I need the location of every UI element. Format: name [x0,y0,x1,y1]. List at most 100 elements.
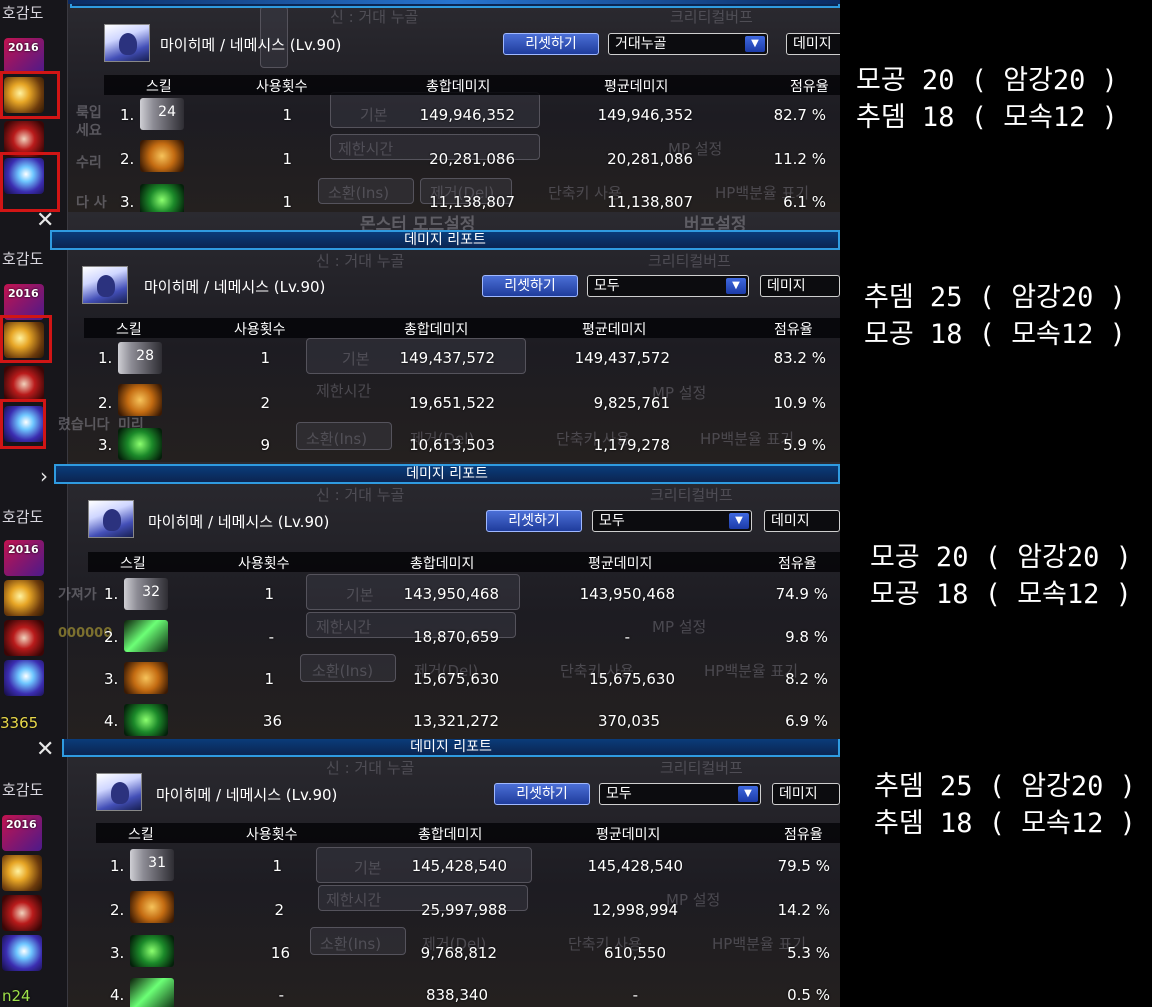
green-skill-icon [130,935,174,967]
damage-button[interactable]: 데미지 [786,33,840,55]
row-count: - [278,986,284,1004]
row-share: 0.5 % [787,986,830,1004]
header-total: 총합데미지 [418,827,483,843]
character-name: 마이히메 / 네메시스 (Lv.90) [148,513,330,531]
row-total: 19,651,522 [409,394,495,412]
highlight-box [0,152,60,212]
header-total: 총합데미지 [426,79,491,95]
header-skill: 스킬 [128,827,154,843]
event-2016-icon[interactable]: 2016 [4,38,44,74]
bg-crit-label: 크리티컬버프 [648,252,731,270]
basic-attack-icon: 24 [140,98,184,130]
highlight-box [0,399,46,449]
report-panel-2: 몬스터 모드설정 버프설정 신 : 거대 누골 크리티컬버프 기본 제한시간 M… [0,212,840,462]
report-title: 데미지 리포트 [410,739,492,755]
monster-filter-select[interactable]: 모두 ▼ [592,510,752,532]
event-2016-icon[interactable]: 2016 [2,815,42,851]
damage-button[interactable]: 데미지 [760,275,840,297]
row-count: 1 [264,670,274,688]
filter-value: 모두 [594,278,620,294]
gold-counter: 3365 [0,714,39,732]
filter-value: 거대누골 [615,36,667,52]
annotation-4: 추뎀 25 ( 암강20 ) 추뎀 18 ( 모속12 ) [874,768,1136,842]
reset-button[interactable]: 리셋하기 [486,510,582,532]
row-avg: - [624,628,630,646]
skill-blue-icon[interactable] [4,660,44,696]
table-header: 스킬 사용횟수 총합데미지 평균데미지 점유율 [104,75,840,95]
row-avg: 370,035 [597,712,660,730]
orange-skill-icon [130,891,174,923]
row-share: 10.9 % [773,394,826,412]
character-avatar [82,266,128,304]
skill-blue-icon[interactable] [2,935,42,971]
header-avg: 평균데미지 [604,79,669,95]
damage-button[interactable]: 데미지 [764,510,840,532]
row-avg: 11,138,807 [607,193,693,211]
lime-skill-icon [130,978,174,1007]
skill-red-icon[interactable] [2,895,42,931]
row-index: 4. [104,712,119,730]
header-share: 점유율 [784,827,823,843]
damage-button[interactable]: 데미지 [772,783,840,805]
row-index: 1. [104,585,119,603]
row-total: 9,768,812 [420,944,497,962]
row-avg: 20,281,086 [607,150,693,168]
row-avg: 610,550 [603,944,666,962]
skill-red-icon[interactable] [4,620,44,656]
skill-sidebar: 호감도 2016 [0,0,68,212]
bg-god-label: 신 : 거대 누골 [316,486,405,504]
green-skill-icon [118,428,162,460]
row-index: 1. [110,857,125,875]
close-icon[interactable]: ✕ [36,739,54,762]
row-total: 838,340 [425,986,488,1004]
row-avg: 12,998,994 [592,901,678,919]
event-2016-label: 2016 [6,818,37,831]
reset-button[interactable]: 리셋하기 [494,783,590,805]
event-2016-icon[interactable]: 2016 [4,540,44,576]
report-title-bar[interactable]: 데미지 리포트 [54,464,840,484]
event-2016-label: 2016 [8,41,39,54]
basic-attack-icon: 28 [118,342,162,374]
filter-value: 모두 [606,786,632,802]
hogam-label: 호감도 [2,4,44,22]
bg-mp-label: MP 설정 [652,618,707,636]
icon-number: 31 [148,855,166,871]
row-count: - [268,628,274,646]
header-count: 사용횟수 [246,827,298,843]
monster-filter-select[interactable]: 거대누골 ▼ [608,33,768,55]
event-2016-label: 2016 [8,287,39,300]
chevron-right-icon[interactable]: › [40,464,48,488]
icon-number: 32 [142,584,160,600]
row-total: 143,950,468 [403,585,499,603]
divider [68,0,840,4]
skill-gold-icon[interactable] [4,580,44,616]
monster-filter-select[interactable]: 모두 ▼ [587,275,749,297]
bg-god-label: 신 : 거대 누골 [316,252,405,270]
character-name: 마이히메 / 네메시스 (Lv.90) [160,36,342,54]
row-share: 6.9 % [785,712,828,730]
report-title-bar[interactable]: 데미지 리포트 [50,230,840,250]
highlight-box [0,315,52,363]
annotation-line: 추뎀 18 ( 모속12 ) [874,808,1136,839]
reset-button[interactable]: 리셋하기 [482,275,578,297]
row-total: 145,428,540 [411,857,507,875]
bg-chat-text: 가져가 [58,587,97,603]
row-share: 9.8 % [785,628,828,646]
chevron-down-icon: ▼ [738,786,758,802]
lime-skill-icon [124,620,168,652]
table-header: 스킬 사용횟수 총합데미지 평균데미지 점유율 [96,823,840,843]
row-index: 3. [98,436,113,454]
bg-god-label: 신 : 거대 누골 [326,759,415,777]
skill-red-icon[interactable] [4,366,44,402]
reset-button[interactable]: 리셋하기 [503,33,599,55]
row-total: 18,870,659 [413,628,499,646]
monster-filter-select[interactable]: 모두 ▼ [599,783,761,805]
report-title-bar[interactable]: 데미지 리포트 [62,739,840,757]
row-count: 36 [262,712,282,730]
chevron-down-icon: ▼ [729,513,749,529]
annotation-3: 모공 20 ( 암강20 ) 모공 18 ( 모속12 ) [870,539,1132,613]
annotation-line: 모공 18 ( 모속12 ) [870,579,1132,610]
skill-gold-icon[interactable] [2,855,42,891]
row-count: 2 [274,901,284,919]
bg-god-label: 신 : 거대 누골 [330,8,419,26]
